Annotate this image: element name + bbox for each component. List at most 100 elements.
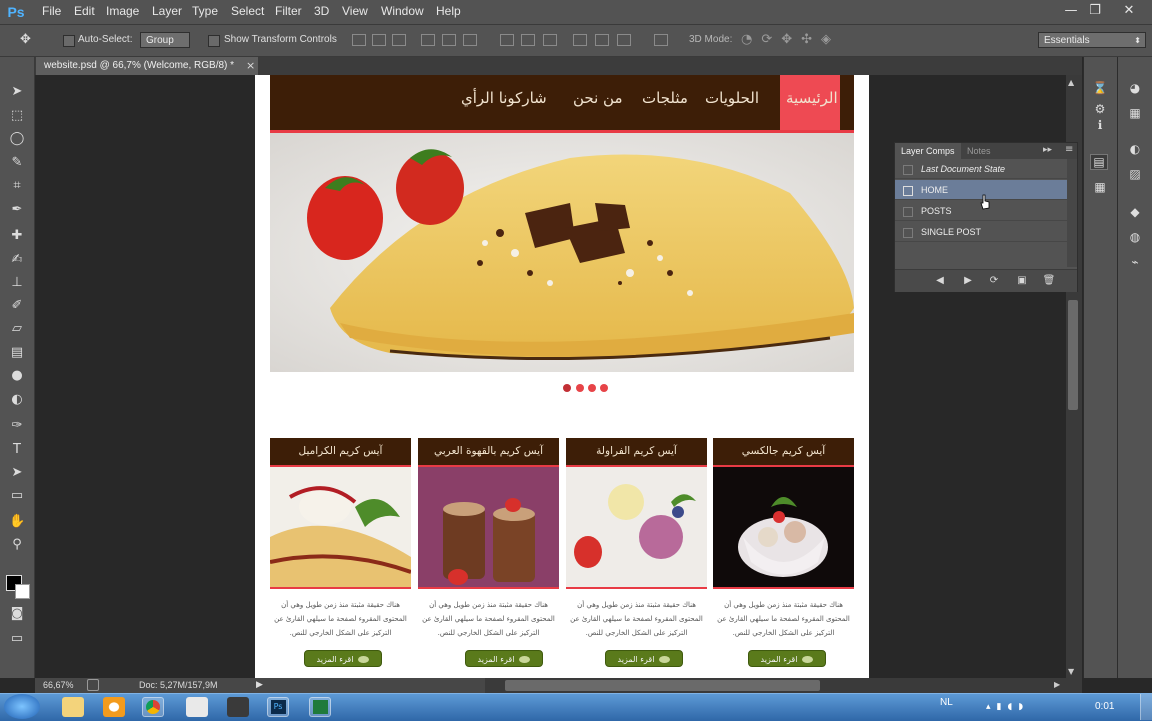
read-more-button[interactable]: اقرء المزيد — [304, 650, 382, 667]
read-more-button[interactable]: اقرء المزيد — [465, 650, 543, 667]
align-bottom-icon[interactable] — [392, 34, 406, 46]
delete-comp-icon[interactable]: 🗑 — [1042, 274, 1056, 288]
distribute-vcenter-icon[interactable] — [521, 34, 535, 46]
slider-dot-3[interactable] — [588, 384, 596, 392]
background-color-swatch[interactable] — [15, 584, 30, 599]
layer-comp-row[interactable]: Last Document State — [895, 159, 1067, 179]
transform-controls-checkbox[interactable] — [208, 35, 220, 47]
clone-stamp-icon[interactable]: ⊥ — [9, 275, 25, 291]
status-menu-icon[interactable]: ▶ — [256, 679, 263, 690]
info-panel-icon[interactable]: ℹ — [1092, 118, 1108, 132]
panel-menu-icon[interactable]: ≡ — [1065, 144, 1073, 155]
calculator-taskbar-icon[interactable] — [227, 697, 249, 717]
show-desktop-button[interactable] — [1140, 694, 1152, 720]
layer-comps-panel-icon[interactable]: ▤ — [1090, 154, 1108, 170]
scroll-right-icon[interactable]: ▶ — [1054, 680, 1060, 689]
tab-close-icon[interactable]: × — [246, 59, 255, 72]
canvas-document[interactable]: الرئيسية الحلويات مثلجات من نحن شاركونا … — [255, 75, 869, 678]
slider-dot-2[interactable] — [576, 384, 584, 392]
properties-panel-icon[interactable]: ⚙ — [1092, 102, 1108, 116]
menu-file[interactable]: File — [42, 4, 61, 18]
align-vcenter-icon[interactable] — [372, 34, 386, 46]
vertical-scroll-thumb[interactable] — [1068, 300, 1078, 410]
gradient-icon[interactable]: ▤ — [9, 345, 25, 361]
align-right-icon[interactable] — [463, 34, 477, 46]
read-more-button[interactable]: اقرء المزيد — [605, 650, 683, 667]
menu-3d[interactable]: 3D — [314, 4, 329, 18]
nav-about[interactable]: من نحن — [573, 89, 623, 107]
nav-icecream[interactable]: مثلجات — [642, 89, 688, 107]
menu-type[interactable]: Type — [192, 4, 218, 18]
nav-sweets[interactable]: الحلويات — [705, 89, 759, 107]
acrobat-taskbar-icon[interactable] — [186, 697, 208, 717]
chrome-taskbar-icon[interactable] — [142, 697, 164, 717]
explorer-taskbar-icon[interactable] — [62, 697, 84, 717]
collapse-panel-icon[interactable]: ▸▸ — [1043, 145, 1052, 155]
document-tab[interactable]: website.psd @ 66,7% (Welcome, RGB/8) * — [36, 57, 258, 75]
brush-icon[interactable]: ✍ — [9, 252, 25, 268]
tab-notes[interactable]: Notes — [961, 143, 997, 159]
distribute-top-icon[interactable] — [500, 34, 514, 46]
screen-mode-icon[interactable]: ▭ — [9, 631, 25, 647]
move-tool-icon[interactable]: ✥ — [20, 32, 40, 48]
language-indicator[interactable]: NL — [940, 697, 953, 708]
horizontal-scroll-thumb[interactable] — [505, 680, 820, 691]
workspace-dropdown[interactable]: Essentials ⬍ — [1038, 32, 1146, 48]
menu-image[interactable]: Image — [106, 4, 139, 18]
previous-comp-icon[interactable]: ◀ — [933, 274, 947, 288]
layer-comp-row[interactable]: SINGLE POST — [895, 222, 1067, 242]
panel-scrollbar[interactable] — [1067, 159, 1077, 267]
taskbar-clock[interactable]: 0:01 — [1095, 701, 1114, 712]
notes-panel-icon[interactable]: ▦ — [1092, 180, 1108, 194]
blur-icon[interactable]: ● — [9, 368, 25, 384]
eraser-icon[interactable]: ▱ — [9, 321, 25, 337]
excel-taskbar-icon[interactable] — [309, 697, 331, 717]
tab-layer-comps[interactable]: Layer Comps — [895, 143, 961, 159]
distribute-right-icon[interactable] — [617, 34, 631, 46]
crop-icon[interactable]: ⌗ — [9, 178, 25, 194]
lasso-icon[interactable]: ◯ — [9, 131, 25, 147]
nav-feedback[interactable]: شاركونا الرأي — [461, 89, 547, 107]
photoshop-taskbar-icon[interactable]: Ps — [267, 697, 289, 717]
color-panel-icon[interactable]: ◕ — [1127, 81, 1143, 95]
distribute-bottom-icon[interactable] — [543, 34, 557, 46]
update-comp-icon[interactable]: ⟳ — [987, 274, 1001, 288]
distribute-left-icon[interactable] — [573, 34, 587, 46]
menu-select[interactable]: Select — [231, 4, 264, 18]
menu-filter[interactable]: Filter — [275, 4, 302, 18]
comp-checkbox[interactable] — [903, 165, 913, 175]
quick-select-icon[interactable]: ✎ — [9, 155, 25, 171]
path-select-icon[interactable]: ➤ — [9, 465, 25, 481]
healing-brush-icon[interactable]: ✚ — [9, 228, 25, 244]
menu-window[interactable]: Window — [381, 4, 424, 18]
zoom-level[interactable]: 66,67% — [43, 680, 74, 690]
align-left-icon[interactable] — [421, 34, 435, 46]
comp-applied-icon[interactable] — [903, 186, 913, 196]
nav-home[interactable]: الرئيسية — [786, 89, 838, 107]
auto-align-icon[interactable] — [654, 34, 668, 46]
adjustments-panel-icon[interactable]: ◐ — [1127, 142, 1143, 156]
next-comp-icon[interactable]: ▶ — [961, 274, 975, 288]
align-hcenter-icon[interactable] — [442, 34, 456, 46]
media-player-taskbar-icon[interactable] — [103, 697, 125, 717]
align-top-icon[interactable] — [352, 34, 366, 46]
auto-select-checkbox[interactable] — [63, 35, 75, 47]
history-panel-icon[interactable]: ⌛ — [1092, 81, 1108, 95]
quick-mask-icon[interactable]: ◙ — [9, 606, 25, 622]
minimize-button[interactable]: — — [1060, 2, 1082, 20]
menu-edit[interactable]: Edit — [74, 4, 95, 18]
move-icon[interactable]: ➤ — [9, 84, 25, 100]
paths-panel-icon[interactable]: ⌁ — [1127, 255, 1143, 269]
pen-icon[interactable]: ✑ — [9, 418, 25, 434]
hand-icon[interactable]: ✋ — [9, 514, 25, 530]
menu-layer[interactable]: Layer — [152, 4, 182, 18]
slider-dot-1[interactable] — [563, 384, 571, 392]
restore-button[interactable]: ❐ — [1084, 2, 1106, 20]
swatches-panel-icon[interactable]: ▦ — [1127, 106, 1143, 120]
zoom-icon[interactable]: ⚲ — [9, 537, 25, 553]
scroll-up-icon[interactable]: ▲ — [1068, 78, 1074, 87]
menu-view[interactable]: View — [342, 4, 368, 18]
auto-select-dropdown[interactable]: Group — [140, 32, 190, 48]
menu-help[interactable]: Help — [436, 4, 461, 18]
scroll-down-icon[interactable]: ▼ — [1068, 667, 1074, 676]
